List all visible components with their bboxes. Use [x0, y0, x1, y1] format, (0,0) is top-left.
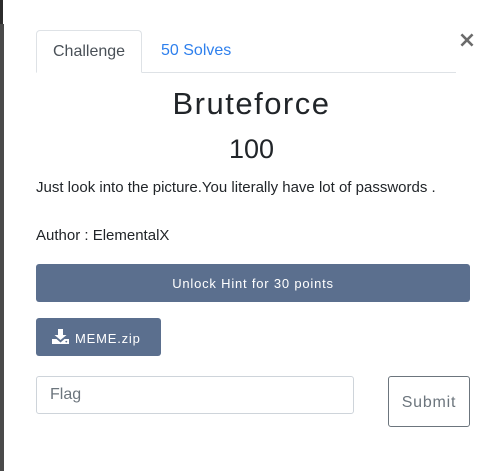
file-download-button[interactable]: MEME.zip [36, 318, 161, 356]
close-icon[interactable]: × [456, 28, 478, 54]
tab-challenge[interactable]: Challenge [36, 30, 143, 73]
download-icon [52, 329, 69, 344]
tab-solves[interactable]: 50 Solves [145, 30, 247, 71]
modal-tabs: Challenge 50 Solves [36, 30, 456, 73]
unlock-hint-button[interactable]: Unlock Hint for 30 points [36, 264, 470, 302]
file-name: MEME.zip [75, 331, 141, 346]
flag-input[interactable] [36, 376, 354, 414]
challenge-name: Bruteforce [172, 86, 331, 121]
submit-button[interactable]: Submit [388, 376, 470, 427]
challenge-description: Just look into the picture.You literally… [36, 179, 436, 196]
challenge-points: 100 [228, 134, 275, 164]
page: × Challenge 50 Solves Bruteforce 100 Jus… [0, 0, 503, 471]
challenge-author: Author : ElementalX [36, 227, 170, 244]
backdrop-edge [0, 0, 3, 24]
